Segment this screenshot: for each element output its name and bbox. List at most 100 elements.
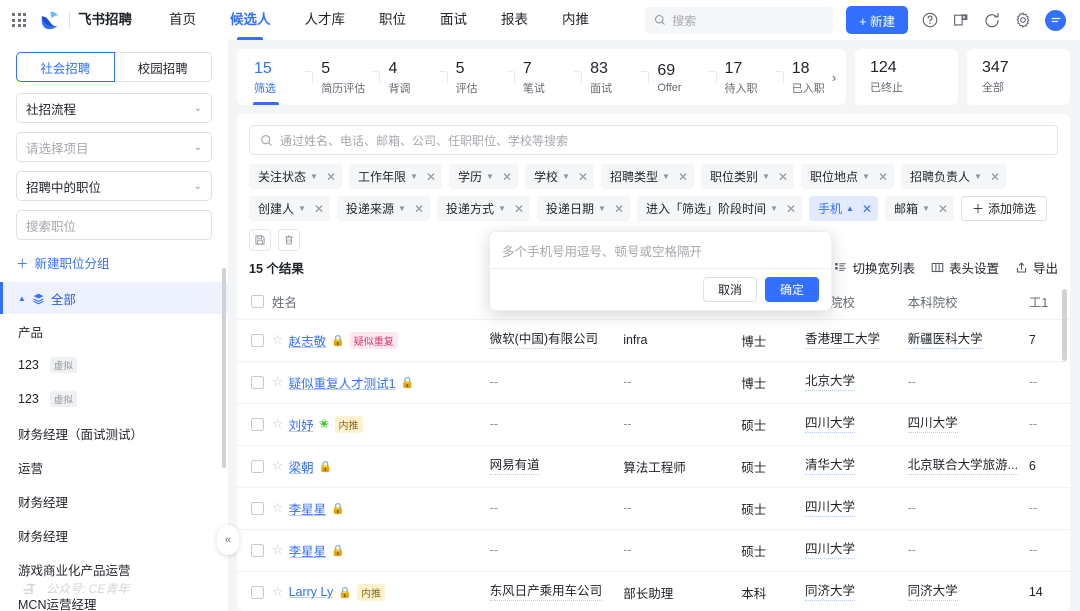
candidate-name-link[interactable]: 赵志敬 bbox=[289, 331, 327, 350]
stage-written-test[interactable]: 7 笔试 bbox=[508, 49, 575, 105]
candidate-name-link[interactable]: 李星星 bbox=[289, 541, 327, 560]
filter-chip-work-years[interactable]: 工作年限 ▼ ✕ bbox=[349, 164, 442, 189]
remove-icon[interactable]: ✕ bbox=[610, 202, 624, 216]
filter-chip-job-category[interactable]: 职位类别 ▼ ✕ bbox=[701, 164, 794, 189]
remove-icon[interactable]: ✕ bbox=[874, 170, 888, 184]
favorite-star-icon[interactable]: ☆ bbox=[272, 458, 284, 474]
row-checkbox[interactable] bbox=[251, 501, 264, 515]
filter-chip-education[interactable]: 学历 ▼ ✕ bbox=[449, 164, 518, 189]
project-select[interactable]: 请选择项目 ⌄ bbox=[16, 132, 212, 162]
save-filter-button[interactable] bbox=[249, 229, 271, 251]
candidate-name-link[interactable]: 李星星 bbox=[289, 499, 327, 518]
new-button[interactable]: + 新建 bbox=[846, 6, 908, 34]
cancel-button[interactable]: 取消 bbox=[702, 277, 757, 302]
favorite-star-icon[interactable]: ☆ bbox=[272, 332, 284, 348]
tree-item-finance-manager-test[interactable]: 财务经理（面试测试） bbox=[0, 416, 228, 450]
remove-icon[interactable]: ✕ bbox=[574, 170, 588, 184]
remove-icon[interactable]: ✕ bbox=[410, 202, 424, 216]
table-row[interactable]: ☆ 疑似重复人才测试1 🔒 -- -- 博士 北京大学 -- -- bbox=[237, 361, 1070, 404]
table-row[interactable]: ☆ 赵志敬 🔒 疑似重复 微软(中国)有限公司 infra 博士 香港理工大学 … bbox=[237, 319, 1070, 362]
add-job-group-button[interactable]: ＋ 新建职位分组 bbox=[16, 253, 212, 272]
remove-icon[interactable]: ✕ bbox=[674, 170, 688, 184]
sidebar-scrollbar[interactable] bbox=[222, 268, 226, 468]
tree-item-123-b[interactable]: 123 虚拟 bbox=[0, 382, 228, 416]
nav-item-talent-pool[interactable]: 人才库 bbox=[288, 0, 363, 40]
tree-item-mcn-operations-manager[interactable]: MCN运营经理 bbox=[0, 586, 228, 611]
filter-chip-creator[interactable]: 创建人 ▼ ✕ bbox=[249, 196, 330, 221]
tree-item-all[interactable]: ▲ 全部 bbox=[0, 282, 228, 314]
stage-pending-onboard[interactable]: 17 待入职 bbox=[710, 49, 777, 105]
tree-item-game-commercialization[interactable]: 游戏商业化产品运营 bbox=[0, 552, 228, 586]
help-icon[interactable] bbox=[921, 11, 939, 29]
stage-background-check[interactable]: 4 背调 bbox=[373, 49, 440, 105]
tree-item-operations[interactable]: 运营 bbox=[0, 450, 228, 484]
row-checkbox[interactable] bbox=[251, 459, 264, 473]
favorite-star-icon[interactable]: ☆ bbox=[272, 374, 284, 390]
segment-social-recruitment[interactable]: 社会招聘 bbox=[16, 52, 115, 82]
app-launcher-icon[interactable] bbox=[8, 9, 30, 31]
column-settings-button[interactable]: 表头设置 bbox=[931, 258, 999, 277]
filter-chip-recruitment-type[interactable]: 招聘类型 ▼ ✕ bbox=[601, 164, 694, 189]
remove-icon[interactable]: ✕ bbox=[858, 202, 872, 216]
candidate-name-link[interactable]: 疑似重复人才测试1 bbox=[289, 373, 396, 392]
remove-icon[interactable]: ✕ bbox=[782, 202, 796, 216]
candidate-name-link[interactable]: Larry Ly bbox=[289, 585, 334, 599]
row-checkbox[interactable] bbox=[251, 375, 264, 389]
nav-item-interviews[interactable]: 面试 bbox=[423, 0, 484, 40]
favorite-star-icon[interactable]: ☆ bbox=[272, 584, 284, 600]
segment-campus-recruitment[interactable]: 校园招聘 bbox=[114, 52, 212, 82]
filter-chip-job-location[interactable]: 职位地点 ▼ ✕ bbox=[801, 164, 894, 189]
nav-item-home[interactable]: 首页 bbox=[152, 0, 213, 40]
column-bachelor-school[interactable]: 本科院校 bbox=[907, 285, 1029, 320]
sidebar-collapse-button[interactable]: « bbox=[217, 525, 239, 555]
remove-icon[interactable]: ✕ bbox=[774, 170, 788, 184]
remove-icon[interactable]: ✕ bbox=[322, 170, 336, 184]
nav-item-candidates[interactable]: 候选人 bbox=[213, 0, 288, 40]
gear-icon[interactable] bbox=[1014, 11, 1032, 29]
table-row[interactable]: ☆ 刘妤 ✬ 内推 -- -- 硕士 四川大学 四川大学 -- bbox=[237, 403, 1070, 446]
filter-chip-email[interactable]: 邮箱 ▼ ✕ bbox=[885, 196, 954, 221]
delete-filter-button[interactable] bbox=[278, 229, 300, 251]
candidate-search-input[interactable]: 通过姓名、电话、邮箱、公司、任职职位、学校等搜索 bbox=[249, 125, 1058, 155]
filter-chip-follow-status[interactable]: 关注状态 ▼ ✕ bbox=[249, 164, 342, 189]
tree-item-finance-manager-2[interactable]: 财务经理 bbox=[0, 518, 228, 552]
stage-resume-review[interactable]: 5 简历评估 bbox=[306, 49, 373, 105]
remove-icon[interactable]: ✕ bbox=[498, 170, 512, 184]
remove-icon[interactable]: ✕ bbox=[310, 202, 324, 216]
filter-chip-school[interactable]: 学校 ▼ ✕ bbox=[525, 164, 594, 189]
stage-next-arrow-icon[interactable]: › bbox=[826, 69, 842, 85]
export-button[interactable]: 导出 bbox=[1015, 258, 1058, 277]
nav-item-jobs[interactable]: 职位 bbox=[362, 0, 423, 40]
filter-chip-application-method[interactable]: 投递方式 ▼ ✕ bbox=[437, 196, 530, 221]
row-checkbox[interactable] bbox=[251, 585, 264, 599]
remove-icon[interactable]: ✕ bbox=[986, 170, 1000, 184]
summary-card-all[interactable]: 347 全部 bbox=[967, 49, 1070, 105]
table-row[interactable]: ☆ 李星星 🔒 -- -- 硕士 四川大学 -- -- bbox=[237, 529, 1070, 572]
phone-filter-input[interactable]: 多个手机号用逗号、顿号或空格隔开 bbox=[490, 232, 831, 269]
favorite-star-icon[interactable]: ☆ bbox=[272, 500, 284, 516]
candidate-name-link[interactable]: 刘妤 bbox=[289, 415, 314, 434]
stage-screening[interactable]: 15 筛选 bbox=[239, 49, 306, 105]
remove-icon[interactable]: ✕ bbox=[422, 170, 436, 184]
stage-interview[interactable]: 83 面试 bbox=[575, 49, 642, 105]
confirm-button[interactable]: 确定 bbox=[764, 277, 819, 302]
avatar[interactable] bbox=[1045, 9, 1066, 31]
filter-chip-application-date[interactable]: 投递日期 ▼ ✕ bbox=[537, 196, 630, 221]
table-row[interactable]: ☆ 李星星 🔒 -- -- 硕士 四川大学 -- -- bbox=[237, 487, 1070, 530]
toggle-wide-list-button[interactable]: 切换宽列表 bbox=[834, 258, 915, 277]
nav-item-referral[interactable]: 内推 bbox=[545, 0, 606, 40]
table-row[interactable]: ☆ 梁朝 🔒 网易有道 算法工程师 硕士 清华大学 北京联合大学旅游... 6 bbox=[237, 445, 1070, 488]
table-scrollbar[interactable] bbox=[1062, 289, 1067, 361]
remove-icon[interactable]: ✕ bbox=[934, 202, 948, 216]
filter-chip-phone[interactable]: 手机 ▲ ✕ bbox=[809, 196, 878, 221]
tree-item-123-a[interactable]: 123 虚拟 bbox=[0, 348, 228, 382]
favorite-star-icon[interactable]: ☆ bbox=[272, 416, 284, 432]
remove-icon[interactable]: ✕ bbox=[510, 202, 524, 216]
job-status-select[interactable]: 招聘中的职位 ⌄ bbox=[16, 171, 212, 201]
table-row[interactable]: ☆ Larry Ly 🔒 内推 东风日产乘用车公司 部长助理 本科 同济大学 同… bbox=[237, 571, 1070, 611]
filter-chip-application-source[interactable]: 投递来源 ▼ ✕ bbox=[337, 196, 430, 221]
filter-chip-screening-stage-time[interactable]: 进入「筛选」阶段时间 ▼ ✕ bbox=[637, 196, 802, 221]
select-all-checkbox[interactable] bbox=[251, 295, 264, 309]
nav-item-reports[interactable]: 报表 bbox=[484, 0, 545, 40]
row-checkbox[interactable] bbox=[251, 333, 264, 347]
